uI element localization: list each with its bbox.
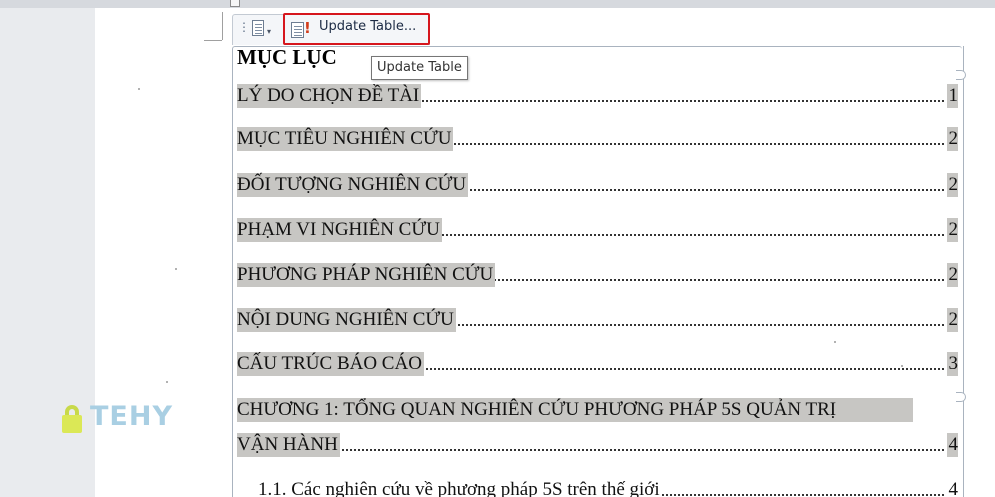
- frame-notch: [956, 70, 966, 80]
- frame-notch: [956, 392, 966, 402]
- toc-entry[interactable]: MỤC TIÊU NGHIÊN CỨU 2: [237, 127, 958, 151]
- toc-page-number: 1: [946, 84, 958, 108]
- update-table-tooltip: Update Table: [371, 56, 468, 80]
- toc-page-number: 3: [946, 352, 958, 376]
- toc-page-number: 4: [946, 478, 958, 497]
- margin-corner-mark: [222, 12, 223, 40]
- toc-entry[interactable]: LÝ DO CHỌN ĐỀ TÀI 1: [237, 84, 958, 108]
- toc-entry-text: ĐỐI TƯỢNG NGHIÊN CỨU: [237, 173, 469, 197]
- scan-speck: [175, 268, 177, 270]
- toc-entry[interactable]: ĐỐI TƯỢNG NGHIÊN CỨU 2: [237, 173, 958, 197]
- toc-entry[interactable]: CHƯƠNG 1: TỔNG QUAN NGHIÊN CỨU PHƯƠNG PH…: [237, 398, 913, 422]
- table-of-contents-menu-button[interactable]: ▾: [250, 19, 276, 39]
- toc-entry[interactable]: NỘI DUNG NGHIÊN CỨU 2: [237, 308, 958, 332]
- update-table-button[interactable]: ! Update Table...: [283, 13, 430, 45]
- scan-speck: [901, 365, 903, 367]
- toc-entry-text: 1.1. Các nghiên cứu về phương pháp 5S tr…: [258, 478, 662, 497]
- toc-entry-text: NỘI DUNG NGHIÊN CỨU: [237, 308, 456, 332]
- toc-page-number: 2: [946, 308, 958, 332]
- drag-handle-icon[interactable]: ⋮: [238, 21, 250, 33]
- toc-title: MỤC LỤC: [237, 45, 337, 69]
- toc-entry-text: MỤC TIÊU NGHIÊN CỨU: [237, 127, 454, 151]
- toc-page-number: 2: [946, 218, 958, 242]
- toc-page-number: 2: [946, 127, 958, 151]
- scan-speck: [138, 88, 140, 90]
- toc-entry-text: PHƯƠNG PHÁP NGHIÊN CỨU: [237, 263, 496, 287]
- toc-entry[interactable]: VẬN HÀNH 4: [237, 433, 958, 457]
- toc-page-number: 2: [946, 173, 958, 197]
- document-icon: [252, 20, 264, 36]
- update-table-label: Update Table...: [319, 19, 417, 34]
- update-table-icon: !: [291, 20, 313, 39]
- toc-entry[interactable]: CẤU TRÚC BÁO CÁO 3: [237, 352, 958, 376]
- toc-entry-text: CẤU TRÚC BÁO CÁO: [237, 352, 424, 376]
- toc-page-number: 2: [946, 263, 958, 287]
- toc-entry-text: LÝ DO CHỌN ĐỀ TÀI: [237, 84, 422, 108]
- watermark-logo-text: TEHY: [90, 401, 174, 432]
- toc-content-control-frame-edge: [960, 46, 964, 497]
- ruler-indent-marker[interactable]: [230, 0, 240, 7]
- toc-entry-text: CHƯƠNG 1: TỔNG QUAN NGHIÊN CỨU PHƯƠNG PH…: [237, 398, 839, 422]
- toc-entry[interactable]: 1.1. Các nghiên cứu về phương pháp 5S tr…: [258, 478, 958, 497]
- toc-leader-dots: [237, 449, 944, 451]
- toc-entry[interactable]: PHƯƠNG PHÁP NGHIÊN CỨU 2: [237, 263, 958, 287]
- toc-entry-text: PHẠM VI NGHIÊN CỨU: [237, 218, 442, 242]
- ruler-strip: [0, 0, 995, 8]
- chevron-down-icon: ▾: [267, 27, 272, 36]
- toc-entry[interactable]: PHẠM VI NGHIÊN CỨU 2: [237, 218, 958, 242]
- margin-corner-mark: [204, 40, 222, 41]
- scan-speck: [834, 341, 836, 343]
- lock-icon: [62, 405, 82, 433]
- tehy-watermark-logo: TEHY: [62, 399, 177, 435]
- scan-speck: [166, 381, 168, 383]
- toc-entry-text: VẬN HÀNH: [237, 433, 340, 457]
- toc-page-number: 4: [946, 433, 958, 457]
